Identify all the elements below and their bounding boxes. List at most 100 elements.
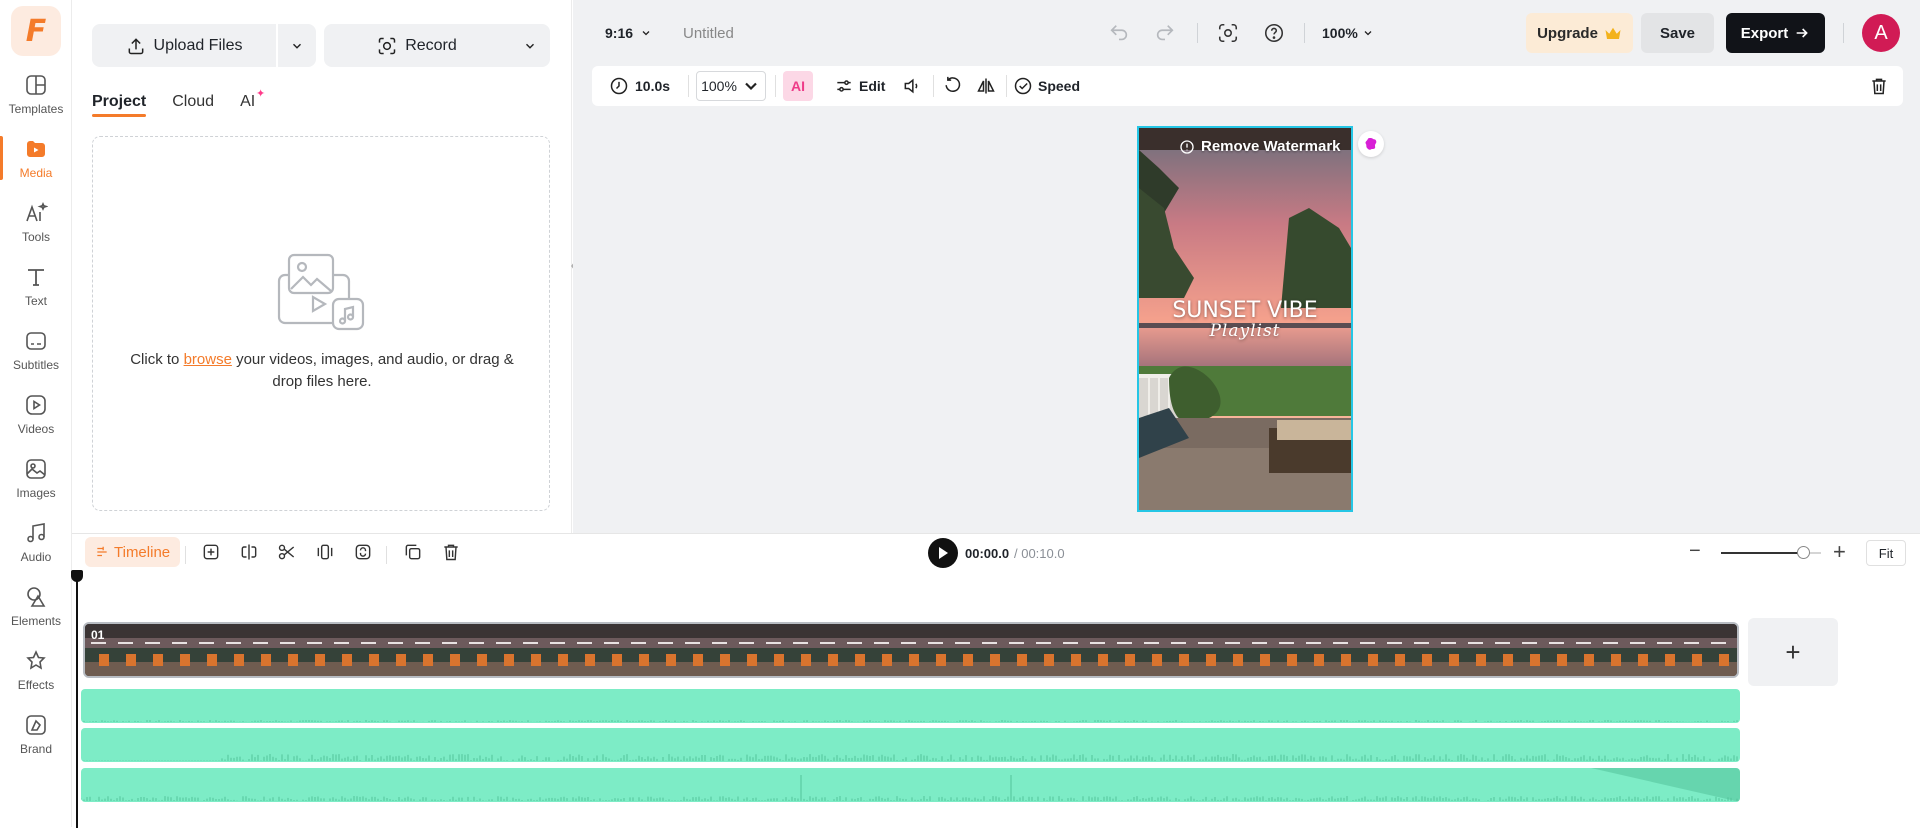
export-button[interactable]: Export xyxy=(1726,13,1825,53)
ai-tools-button[interactable]: AI xyxy=(783,71,813,101)
redo-button[interactable] xyxy=(1151,0,1179,66)
canvas-subtitle-text[interactable]: Playlist xyxy=(1139,321,1351,341)
sidebar-item-label: Elements xyxy=(10,613,62,628)
rotate-icon xyxy=(945,76,961,92)
sidebar-item-subtitles[interactable]: Subtitles xyxy=(0,320,72,380)
video-canvas[interactable]: Remove Watermark SUNSET VIBE Playlist xyxy=(1137,126,1353,512)
video-track-clip[interactable]: 01 xyxy=(83,622,1739,678)
clip-thumbnail xyxy=(328,624,355,676)
play-button[interactable] xyxy=(928,538,958,568)
clip-thumbnail xyxy=(490,624,517,676)
sidebar-item-audio[interactable]: Audio xyxy=(0,512,72,572)
sidebar-item-brand[interactable]: Brand xyxy=(0,704,72,764)
timeline-mode-button[interactable]: Timeline xyxy=(85,537,181,567)
clip-thumbnail xyxy=(517,624,544,676)
playhead[interactable] xyxy=(71,570,83,828)
clock-icon xyxy=(610,77,628,95)
undo-button[interactable] xyxy=(1105,0,1133,66)
project-name[interactable]: Untitled xyxy=(683,0,734,66)
chevron-down-icon xyxy=(1364,31,1372,36)
trim-button[interactable] xyxy=(312,539,338,565)
ai-tools-label: AI xyxy=(791,78,805,94)
delete-clip-button[interactable] xyxy=(438,539,464,565)
top-bar: 9:16 Untitled 100% Upgrade Save Export A xyxy=(573,0,1920,66)
record-options-button[interactable] xyxy=(510,24,550,67)
edit-label: Edit xyxy=(859,78,886,94)
tab-cloud[interactable]: Cloud xyxy=(172,93,214,115)
clip-thumbnail xyxy=(1327,624,1354,676)
fit-button[interactable]: Fit xyxy=(1866,540,1906,566)
zoom-out-button[interactable]: − xyxy=(1689,540,1701,563)
logo-letter: F xyxy=(25,13,47,49)
upload-files-split-button: Upload Files xyxy=(92,24,316,67)
split-button[interactable] xyxy=(236,539,262,565)
replace-button[interactable] xyxy=(350,539,376,565)
sidebar-item-videos[interactable]: Videos xyxy=(0,384,72,444)
elements-icon xyxy=(27,586,46,607)
browse-link[interactable]: browse xyxy=(184,351,232,368)
speed-label: Speed xyxy=(1038,78,1081,94)
delete-button[interactable] xyxy=(1869,76,1889,96)
add-clip-button[interactable] xyxy=(198,539,224,565)
flip-button[interactable] xyxy=(976,76,996,96)
audio-track-3[interactable] xyxy=(81,768,1740,802)
ai-tools-icon xyxy=(26,201,48,221)
add-track-button[interactable]: + xyxy=(1748,618,1838,686)
rotate-button[interactable] xyxy=(942,76,962,96)
zoom-in-button[interactable]: + xyxy=(1833,539,1846,565)
remove-watermark-button[interactable]: Remove Watermark xyxy=(1179,138,1341,155)
sidebar-item-elements[interactable]: Elements xyxy=(0,576,72,636)
aspect-ratio-value: 9:16 xyxy=(605,25,634,41)
clip-thumbnail xyxy=(1003,624,1030,676)
help-button[interactable] xyxy=(1260,0,1288,66)
media-source-tabs: Project Cloud AI ✦ xyxy=(92,88,265,117)
screen-capture-button[interactable] xyxy=(1214,0,1242,66)
upgrade-button[interactable]: Upgrade xyxy=(1526,13,1633,53)
sidebar-item-text[interactable]: Text xyxy=(0,256,72,316)
sidebar-item-label: Media xyxy=(19,165,53,180)
timeline-zoom-slider[interactable] xyxy=(1721,546,1821,559)
clip-thumbnail xyxy=(382,624,409,676)
app-logo[interactable]: F xyxy=(11,6,61,56)
zoom-slider-handle[interactable] xyxy=(1797,546,1810,559)
save-button[interactable]: Save xyxy=(1641,13,1714,53)
record-button[interactable]: Record xyxy=(324,24,510,67)
sidebar-item-tools[interactable]: Tools xyxy=(0,192,72,252)
clip-thumbnail xyxy=(1273,624,1300,676)
user-avatar[interactable]: A xyxy=(1862,14,1900,52)
clip-thumbnail xyxy=(733,624,760,676)
left-sidebar: F Templates Media Tools Text Subtitles V… xyxy=(0,0,72,827)
ai-magic-badge[interactable] xyxy=(1358,131,1384,157)
upload-files-label: Upload Files xyxy=(153,36,243,54)
canvas-title-text[interactable]: SUNSET VIBE xyxy=(1139,298,1351,323)
upload-options-button[interactable] xyxy=(276,24,316,67)
scale-dropdown[interactable]: 100% xyxy=(696,71,766,101)
tab-ai[interactable]: AI ✦ xyxy=(240,88,265,115)
upload-files-button[interactable]: Upload Files xyxy=(92,24,276,67)
audio-track-2[interactable] xyxy=(81,728,1740,762)
upload-dropzone[interactable]: Click to browse your videos, images, and… xyxy=(92,136,550,511)
sidebar-item-templates[interactable]: Templates xyxy=(0,64,72,124)
export-label: Export xyxy=(1740,24,1789,42)
divider xyxy=(1843,23,1844,43)
speed-icon xyxy=(1014,77,1032,95)
fade-out-overlay[interactable] xyxy=(1591,768,1740,802)
sidebar-item-images[interactable]: Images xyxy=(0,448,72,508)
undo-icon xyxy=(1110,25,1128,41)
clip-thumbnail xyxy=(949,624,976,676)
zoom-dropdown[interactable]: 100% xyxy=(1322,0,1374,66)
speed-button[interactable]: Speed xyxy=(1013,76,1080,96)
audio-icon xyxy=(27,522,45,542)
audio-track-1[interactable] xyxy=(81,689,1740,723)
flip-icon xyxy=(977,78,995,94)
cut-button[interactable] xyxy=(274,539,300,565)
tab-project[interactable]: Project xyxy=(92,93,147,117)
duplicate-button[interactable] xyxy=(400,539,426,565)
aspect-ratio-dropdown[interactable]: 9:16 xyxy=(605,0,652,66)
sidebar-item-media[interactable]: Media xyxy=(0,128,72,188)
clip-thumbnail xyxy=(814,624,841,676)
duration-control[interactable]: 10.0s xyxy=(609,76,670,96)
edit-button[interactable]: Edit xyxy=(834,76,885,96)
sidebar-item-effects[interactable]: Effects xyxy=(0,640,72,700)
volume-button[interactable] xyxy=(902,76,922,96)
